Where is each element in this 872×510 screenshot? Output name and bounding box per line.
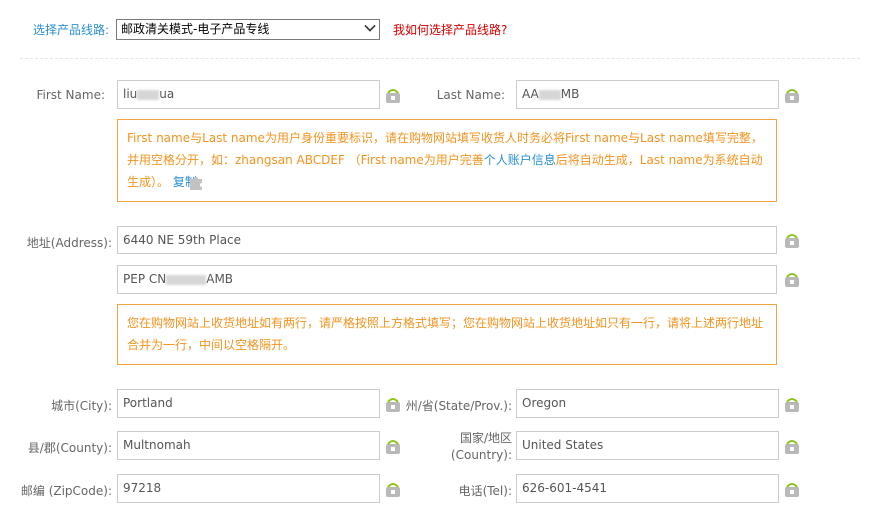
- copy-icon[interactable]: [783, 271, 801, 289]
- county-label: 县/郡(County):: [27, 441, 112, 455]
- city-input[interactable]: Portland: [117, 389, 380, 418]
- country-label: 国家/地区 (Country):: [430, 430, 512, 464]
- address-line2-end: AMB: [206, 272, 234, 286]
- account-info-link[interactable]: 个人账户信息: [484, 153, 556, 167]
- county-input[interactable]: Multnomah: [117, 431, 380, 460]
- copy-icon[interactable]: [783, 87, 801, 105]
- divider: [20, 58, 860, 59]
- tel-input[interactable]: 626-601-4541: [516, 474, 779, 503]
- last-name-value-end: MB: [560, 87, 580, 101]
- last-name-input[interactable]: AA MB: [516, 80, 779, 109]
- route-select[interactable]: 邮政清关模式-电子产品专线: [116, 19, 380, 40]
- route-select-value: 邮政清关模式-电子产品专线: [121, 22, 270, 36]
- route-label: 选择产品线路:: [33, 23, 110, 37]
- country-label-line1: 国家/地区: [459, 431, 512, 445]
- first-name-value-start: liu: [123, 87, 138, 101]
- name-tip: First name与Last name为用户身份重要标识，请在购物网站填写收货…: [117, 119, 777, 202]
- copy-icon[interactable]: [384, 481, 402, 499]
- copy-icon[interactable]: [783, 481, 801, 499]
- address-line2-start: PEP CN: [123, 272, 167, 286]
- route-help-link[interactable]: 我如何选择产品线路?: [393, 21, 507, 38]
- country-label-line2: (Country):: [450, 448, 512, 462]
- tel-label: 电话(Tel):: [458, 484, 512, 498]
- state-input[interactable]: Oregon: [516, 389, 779, 418]
- redaction-blur: [137, 89, 160, 100]
- first-name-label: First Name:: [36, 88, 105, 102]
- copy-icon[interactable]: [783, 232, 801, 250]
- copy-icon[interactable]: [384, 438, 402, 456]
- first-name-input[interactable]: liu ua: [117, 80, 380, 109]
- puzzle-icon: [189, 176, 202, 190]
- copy-icon[interactable]: [783, 396, 801, 414]
- copy-icon[interactable]: [384, 396, 402, 414]
- city-label: 城市(City):: [51, 399, 112, 413]
- address-tip: 您在购物网站上收货地址如有两行，请严格按照上方格式填写；您在购物网站上收货地址如…: [117, 304, 777, 365]
- zip-input[interactable]: 97218: [117, 474, 380, 503]
- chevron-down-icon: [364, 20, 376, 32]
- copy-icon[interactable]: [783, 438, 801, 456]
- redaction-blur: [166, 274, 207, 285]
- address-label: 地址(Address):: [26, 236, 112, 250]
- redaction-blur: [538, 89, 561, 100]
- address-line2-input[interactable]: PEP CN AMB: [117, 265, 777, 294]
- last-name-label: Last Name:: [436, 88, 505, 102]
- first-name-value-end: ua: [159, 87, 175, 101]
- zip-label: 邮编 (ZipCode):: [20, 484, 112, 498]
- copy-icon[interactable]: [384, 87, 402, 105]
- country-input[interactable]: United States: [516, 431, 779, 460]
- address-line1-input[interactable]: 6440 NE 59th Place: [117, 226, 777, 254]
- last-name-value-start: AA: [522, 87, 539, 101]
- state-label: 州/省(State/Prov.):: [405, 399, 512, 413]
